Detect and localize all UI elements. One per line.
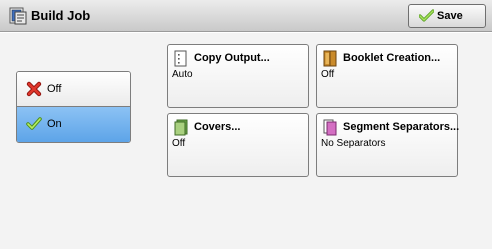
save-label: Save <box>437 10 463 22</box>
segment-separators-button[interactable]: Segment Separators... No Separators <box>316 113 460 177</box>
on-off-toggle: Off On <box>16 71 131 143</box>
save-button[interactable]: Save <box>408 4 486 28</box>
segment-separators-title: Segment Separators... <box>343 121 460 133</box>
off-option[interactable]: Off <box>17 72 130 107</box>
copy-output-icon <box>174 50 187 67</box>
booklet-creation-title: Booklet Creation... <box>343 52 441 64</box>
copy-output-button[interactable]: Copy Output... Auto <box>167 44 309 108</box>
on-label: On <box>47 118 62 130</box>
covers-value: Off <box>172 138 186 149</box>
segment-separators-icon <box>323 119 337 136</box>
checkmark-icon <box>26 117 42 130</box>
booklet-creation-value: Off <box>321 69 335 80</box>
segment-separators-value: No Separators <box>321 138 386 149</box>
covers-title: Covers... <box>194 121 241 133</box>
booklet-icon <box>323 50 337 67</box>
page-title: Build Job <box>31 8 91 23</box>
on-option[interactable]: On <box>17 107 130 142</box>
copy-output-title: Copy Output... <box>194 52 270 64</box>
build-job-icon <box>9 7 27 25</box>
covers-icon <box>174 119 188 136</box>
covers-button[interactable]: Covers... Off <box>167 113 309 177</box>
booklet-creation-button[interactable]: Booklet Creation... Off <box>316 44 458 108</box>
title-bar: Build Job Save <box>0 0 492 32</box>
copy-output-value: Auto <box>172 69 193 80</box>
cross-icon <box>26 81 42 97</box>
checkmark-icon <box>419 9 434 22</box>
off-label: Off <box>47 83 62 95</box>
